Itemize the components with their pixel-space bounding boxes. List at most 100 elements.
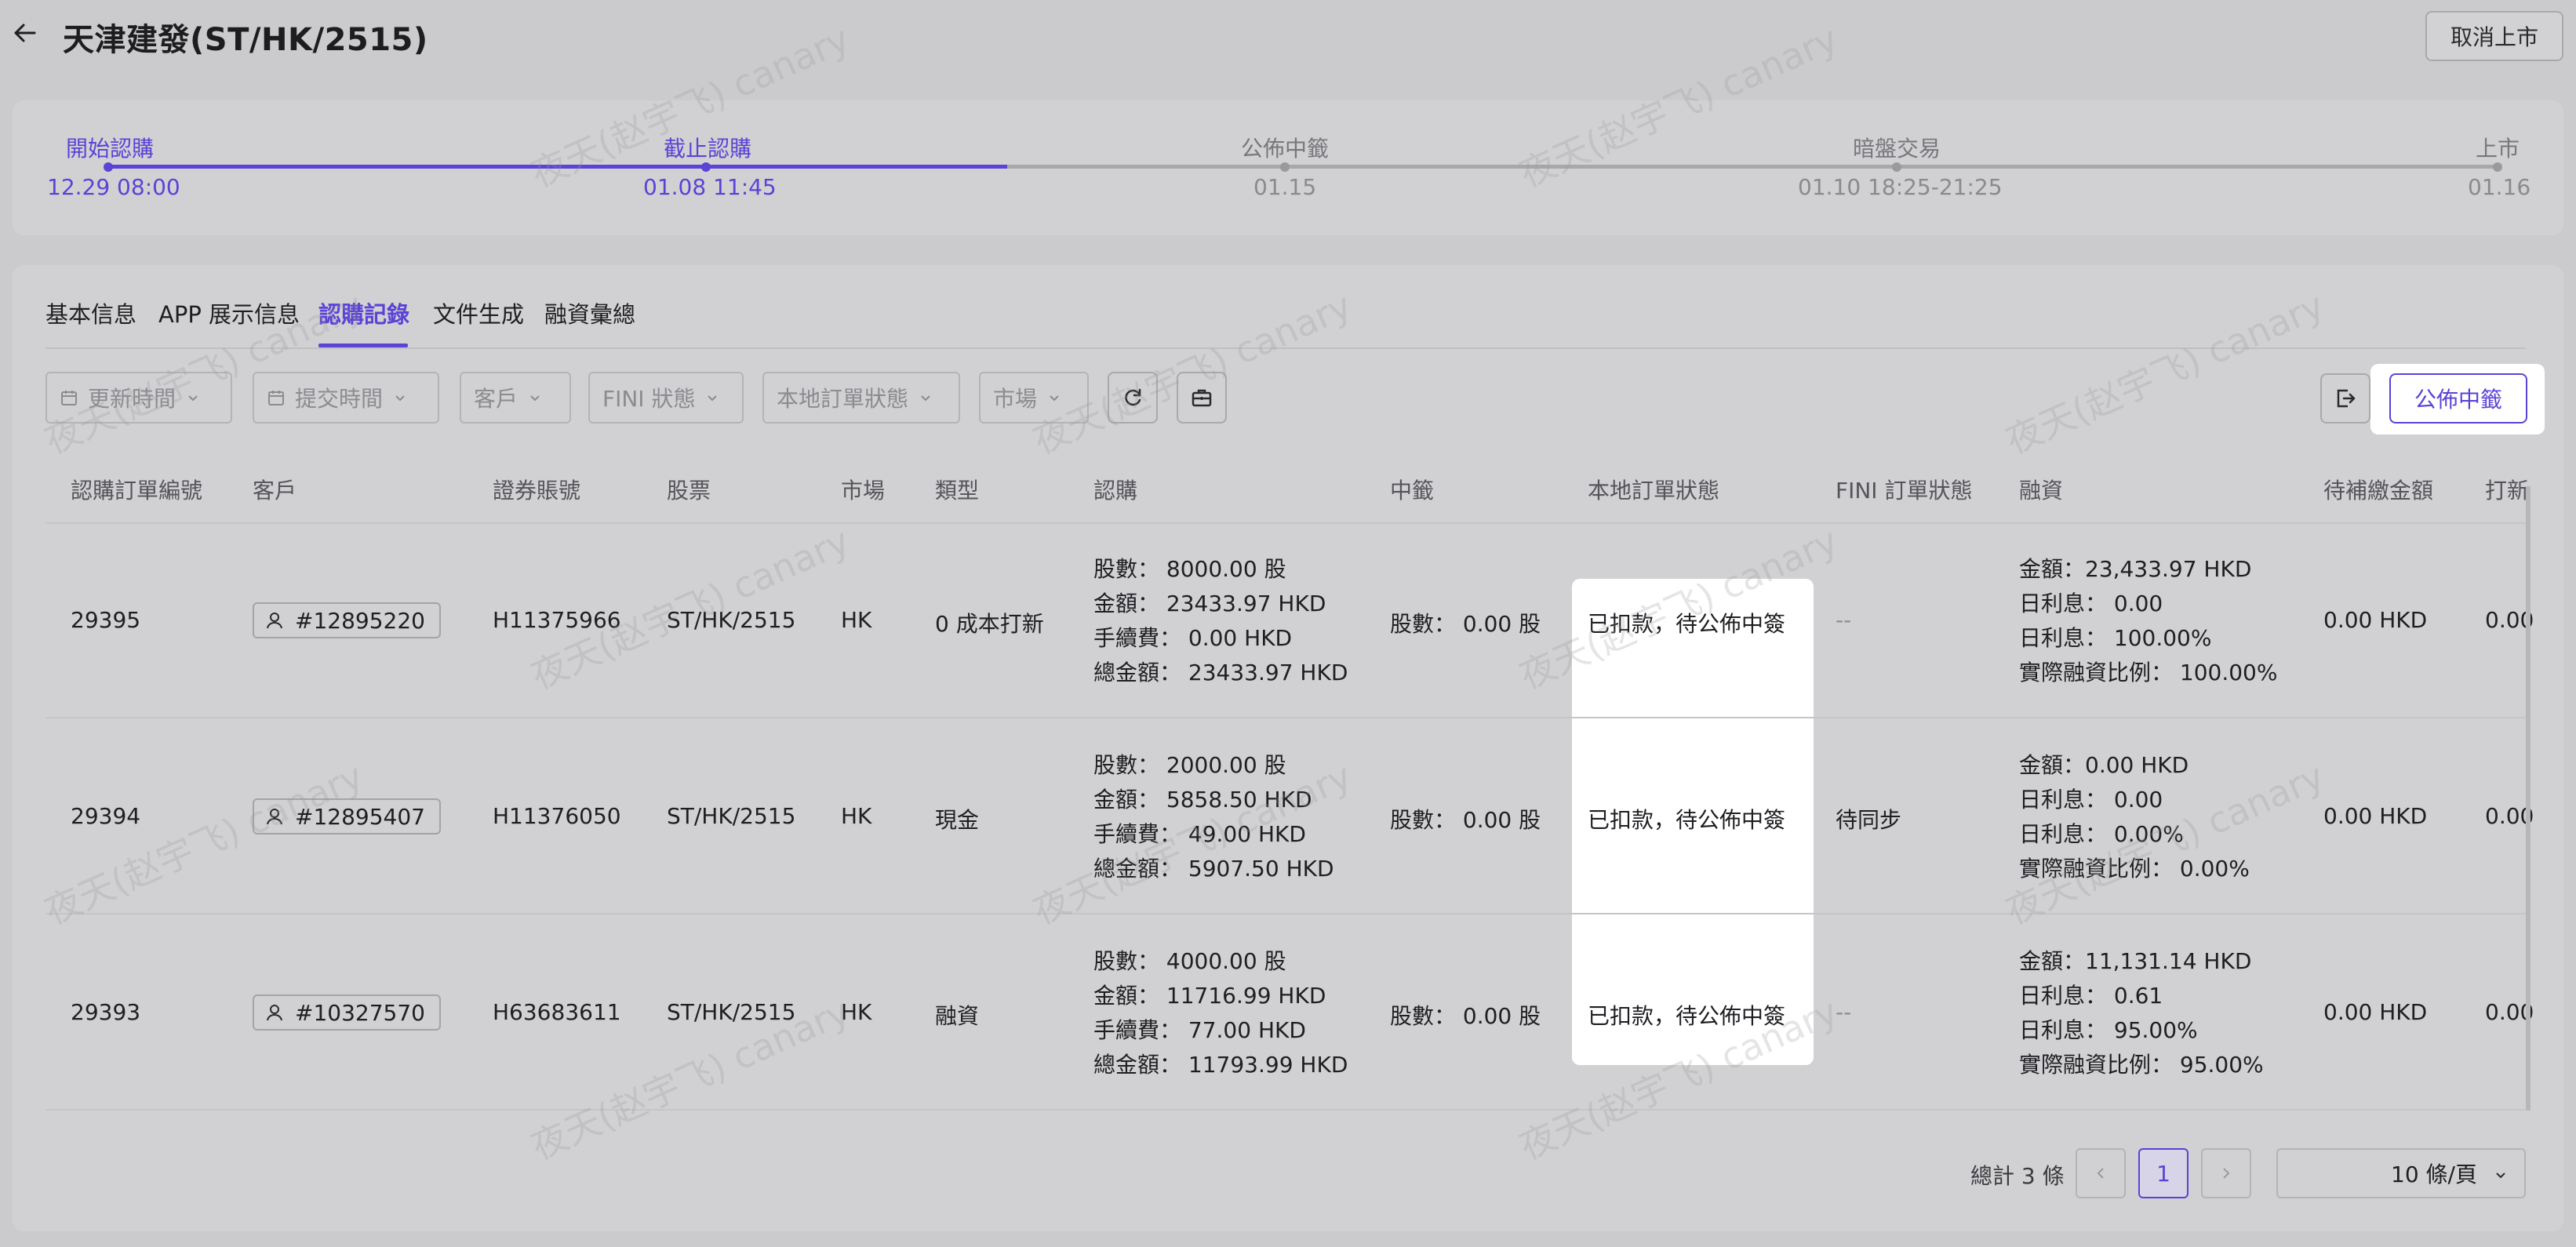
local-status: 已扣款，待公佈中簽 (1588, 611, 1786, 637)
client-badge[interactable]: #10327570 (253, 994, 441, 1031)
fin-amount: 金額：0.00 HKD (2019, 752, 2189, 778)
local-status-filter[interactable]: 本地訂單狀態 (762, 372, 960, 424)
client-badge[interactable]: #12895220 (253, 602, 441, 638)
fin-amount: 金額：23,433.97 HKD (2019, 556, 2252, 582)
timeline-time-announce: 01.15 (1253, 174, 1317, 200)
chevron-left-icon (2097, 1168, 2104, 1179)
timeline-dot-listing (2493, 162, 2502, 172)
fin-ratio: 實際融資比例： 0.00% (2019, 856, 2250, 882)
pending-amount: 0.00 HKD (2323, 999, 2428, 1025)
page-size-select[interactable]: 10 條/頁 (2276, 1148, 2526, 1198)
prev-page-button[interactable] (2076, 1148, 2126, 1198)
timeline-dot-start (104, 162, 113, 172)
fin-ratio: 實際融資比例： 95.00% (2019, 1052, 2264, 1078)
sub-shares: 股數： 8000.00 股 (1093, 556, 1286, 582)
subscription-details: 股數： 2000.00 股 金額： 5858.50 HKD 手續費： 49.00… (1093, 748, 1334, 886)
timeline-time-close: 01.08 11:45 (643, 174, 777, 200)
sub-total: 總金額： 23433.97 HKD (1093, 660, 1348, 685)
sub-total: 總金額： 11793.99 HKD (1093, 1052, 1348, 1078)
row-divider (45, 717, 2526, 718)
announce-allotment-button[interactable]: 公佈中籤 (2389, 373, 2527, 424)
order-id[interactable]: 29394 (71, 803, 140, 829)
order-type: 現金 (935, 807, 980, 833)
securities-account: H11376050 (493, 803, 621, 829)
timeline-dot-announce (1280, 162, 1290, 172)
timeline-time-listing: 01.16 (2468, 174, 2531, 200)
sub-amount: 金額： 23433.97 HKD (1093, 591, 1326, 616)
timeline-track (1007, 165, 2498, 169)
export-icon (2337, 389, 2356, 408)
col-fini-status: FINI 訂單狀態 (1836, 478, 1973, 504)
chevron-down-icon (708, 395, 718, 402)
client-filter-label: 客戶 (474, 386, 518, 412)
submit-time-filter[interactable]: 提交時間 (253, 372, 439, 424)
financing-details: 金額：23,433.97 HKD 日利息： 0.00 日利息： 100.00% … (2019, 552, 2277, 690)
stock-code: ST/HK/2515 (667, 803, 796, 829)
toolbox-button[interactable] (1177, 372, 1227, 424)
tab-app-display[interactable]: APP 展示信息 (158, 296, 300, 329)
total-count: 總計 3 條 (1970, 1163, 2065, 1189)
fin-interest: 日利息： 0.61 (2019, 983, 2163, 1009)
tab-file-generation[interactable]: 文件生成 (433, 296, 524, 329)
calendar-icon (268, 391, 284, 405)
tab-financing-summary[interactable]: 融資彙總 (544, 296, 635, 329)
sub-fee: 手續費： 49.00 HKD (1093, 821, 1306, 847)
col-market: 市場 (841, 478, 886, 504)
client-badge[interactable]: #12895407 (253, 798, 441, 834)
market-value: HK (841, 607, 872, 633)
allotment-shares: 股數： 0.00 股 (1390, 807, 1541, 833)
col-stock: 股票 (667, 478, 711, 504)
col-type: 類型 (935, 478, 980, 504)
sub-amount: 金額： 11716.99 HKD (1093, 983, 1326, 1009)
timeline-dot-grey (1892, 162, 1901, 172)
col-ipo: 打新 (2485, 478, 2530, 504)
fin-rate: 日利息： 95.00% (2019, 1017, 2198, 1043)
order-id[interactable]: 29395 (71, 607, 140, 633)
back-arrow-icon[interactable] (11, 19, 39, 47)
col-financing: 融資 (2019, 478, 2064, 504)
tab-subscription-records[interactable]: 認購記錄 (318, 296, 409, 329)
tabs-divider (45, 347, 2526, 349)
client-filter[interactable]: 客戶 (460, 372, 571, 424)
refresh-button[interactable] (1108, 372, 1158, 424)
sub-fee: 手續費： 77.00 HKD (1093, 1017, 1306, 1043)
update-time-filter[interactable]: 更新時間 (45, 372, 232, 424)
calendar-icon (61, 391, 77, 405)
col-client: 客戶 (253, 478, 297, 504)
fini-status: -- (1836, 607, 1852, 633)
order-type: 融資 (935, 1003, 980, 1029)
local-status: 已扣款，待公佈中簽 (1588, 807, 1786, 833)
col-subscription: 認購 (1093, 478, 1138, 504)
submit-time-label: 提交時間 (295, 386, 384, 412)
timeline-label-listing: 上市 (2476, 136, 2520, 162)
allotment-shares: 股數： 0.00 股 (1390, 611, 1541, 637)
market-value: HK (841, 999, 872, 1025)
chevron-down-icon (921, 395, 930, 402)
chevron-down-icon (530, 395, 540, 402)
timeline-label-announce: 公佈中籤 (1241, 136, 1330, 162)
stock-code: ST/HK/2515 (667, 607, 796, 633)
securities-account: H11375966 (493, 607, 621, 633)
fin-ratio: 實際融資比例： 100.00% (2019, 660, 2278, 685)
order-id[interactable]: 29393 (71, 999, 140, 1025)
col-allotment: 中籤 (1390, 478, 1435, 504)
fin-interest: 日利息： 0.00 (2019, 591, 2163, 616)
col-account: 證券賬號 (493, 478, 581, 504)
col-pending-payment: 待補繳金額 (2323, 478, 2434, 504)
next-page-button[interactable] (2201, 1148, 2251, 1198)
timeline-label-close: 截止認購 (664, 136, 752, 162)
page-1-button[interactable]: 1 (2138, 1148, 2189, 1198)
chevron-down-icon (188, 395, 198, 402)
export-button[interactable] (2320, 373, 2370, 424)
fini-status-filter[interactable]: FINI 狀態 (588, 372, 744, 424)
local-status-label: 本地訂單狀態 (777, 386, 909, 412)
chevron-down-icon (395, 395, 405, 402)
chevron-down-icon (1050, 395, 1059, 402)
financing-details: 金額：11,131.14 HKD 日利息： 0.61 日利息： 95.00% 實… (2019, 944, 2264, 1082)
fin-amount: 金額：11,131.14 HKD (2019, 948, 2252, 974)
cancel-listing-button[interactable]: 取消上市 (2425, 11, 2563, 61)
row-divider (45, 913, 2526, 914)
market-filter[interactable]: 市場 (979, 372, 1089, 424)
sub-total: 總金額： 5907.50 HKD (1093, 856, 1334, 882)
tab-basic-info[interactable]: 基本信息 (45, 296, 136, 329)
